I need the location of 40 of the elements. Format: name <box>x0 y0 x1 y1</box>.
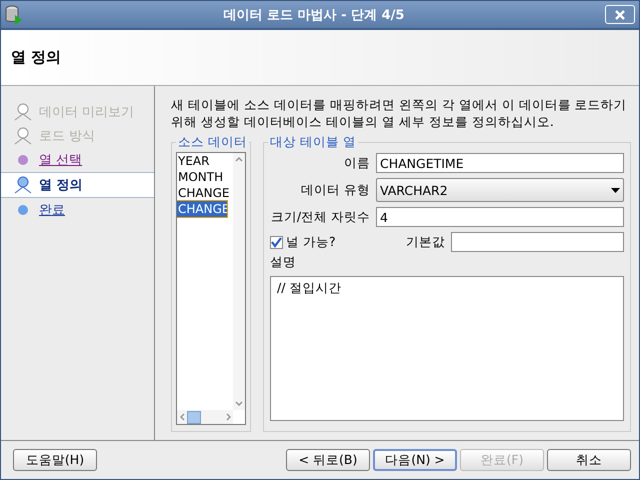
step-label: 데이터 미리보기 <box>39 104 134 121</box>
data-type-dropdown[interactable]: VARCHAR2 <box>376 178 624 202</box>
field-label: 기본값 <box>406 234 445 250</box>
field-label: 데이터 유형 <box>300 182 370 198</box>
step-link[interactable]: 완료 <box>39 201 65 219</box>
group-title: 소스 데이터 <box>176 134 249 151</box>
figure-icon <box>13 126 33 146</box>
step-link[interactable]: 열 선택 <box>39 151 82 169</box>
horizontal-scrollbar[interactable] <box>177 410 233 424</box>
checkbox-label: 널 가능? <box>286 234 336 250</box>
wizard-button[interactable]: < 뒤로(B) <box>286 449 370 471</box>
window-title: 데이터 로드 마법사 - 단계 4/5 <box>222 6 406 24</box>
page-title: 열 정의 <box>11 48 62 67</box>
close-icon <box>615 10 625 20</box>
list-item[interactable]: CHANGE <box>177 185 227 201</box>
wizard-button[interactable]: 취소 <box>547 449 631 471</box>
close-button[interactable] <box>605 5 635 24</box>
dropdown-arrow-icon <box>611 188 620 192</box>
list-item[interactable]: MONTH <box>177 169 227 185</box>
default-field[interactable] <box>451 232 624 252</box>
checkbox[interactable] <box>270 236 283 248</box>
wizard-button[interactable]: 다음(N) > <box>373 449 457 471</box>
name-field[interactable]: CHANGETIME <box>376 153 624 173</box>
scroll-thumb[interactable] <box>187 410 201 424</box>
field-label: 설명 <box>270 254 297 271</box>
step-label: 로드 방식 <box>39 128 96 145</box>
list-item[interactable]: YEAR <box>177 153 227 169</box>
group-title: 대상 테이블 열 <box>268 134 358 151</box>
instructions: 새 테이블에 소스 데이터를 매핑하려면 왼쪽의 각 열에서 이 데이터를 로드하기 위해 생성할 데이터베이스 테이블의 열 세부 정보를 정의하십시오. <box>171 96 628 130</box>
figure-icon <box>13 175 33 195</box>
figure-icon <box>13 102 33 122</box>
size-field[interactable]: 4 <box>376 207 624 227</box>
field-label: 이름 <box>343 154 370 172</box>
wizard-button[interactable]: 도움말(H) <box>13 449 97 471</box>
field-label: 크기/전체 자릿수 <box>270 208 370 226</box>
step-label: 열 정의 <box>39 177 83 194</box>
vertical-scrollbar[interactable] <box>233 153 245 410</box>
database-icon <box>5 4 23 24</box>
list-item[interactable]: CHANGE <box>177 201 227 217</box>
description-field[interactable]: // 절입시간 <box>270 276 624 421</box>
